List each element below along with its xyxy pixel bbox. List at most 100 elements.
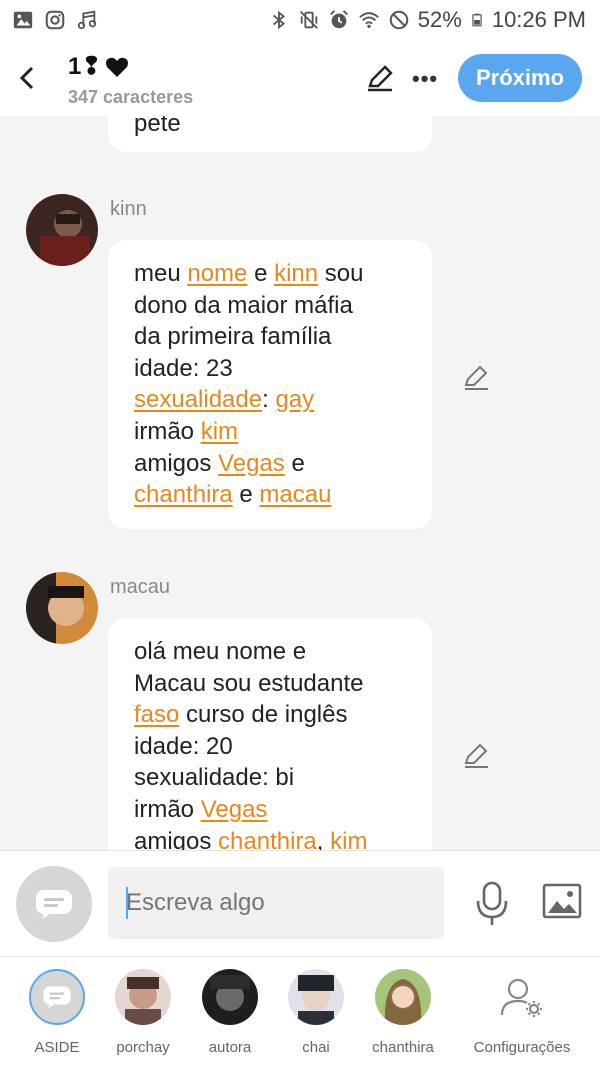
message-text: irmão [134,795,201,823]
no-disturb-icon [389,10,409,30]
message-text: meu [134,260,188,287]
instagram-icon [45,10,65,30]
edit-message-icon[interactable] [462,363,490,391]
edit-message-icon[interactable] [462,741,490,769]
tab-label: porchay [116,1039,170,1056]
next-button[interactable]: Próximo [458,54,582,102]
tab-porchay[interactable]: porchay [98,969,188,1056]
chat-bubble-icon [36,890,72,919]
music-icon [77,10,97,30]
message-text: irmão [134,417,201,445]
avatar [288,969,344,1025]
message-line: pete [134,116,416,140]
message-text: dono da maior máfia [134,291,353,319]
message-text: : [262,386,276,414]
wifi-icon [359,12,379,29]
avatar [115,969,171,1025]
page-title: 1❢ [68,52,193,81]
inline-link[interactable]: kim [201,418,238,445]
message-text: sexualidade: bi [134,764,295,792]
aside-button[interactable] [16,866,92,942]
battery-percent: 52% [417,7,462,32]
message-line: chanthira e macau [134,479,416,511]
message-bubble[interactable]: meu nome e kinn sou dono da maior máfia da… [108,240,432,529]
message-line: olá meu nome e [134,636,416,668]
heart-icon [106,57,129,77]
message-text: e [247,260,275,287]
more-options-button[interactable]: ••• [412,66,438,92]
avatar[interactable] [26,572,98,644]
message-text: amigos [134,449,219,477]
avatar [375,969,431,1025]
tab-chai[interactable]: chai [271,969,361,1056]
avatar[interactable] [26,194,98,266]
message-bubble[interactable]: pete [108,116,432,152]
message-text: sou [318,260,364,287]
message-line: amigos chanthira, kim [134,826,416,850]
inline-link[interactable]: faso [134,701,179,728]
message-line: faso curso de inglês [134,699,416,731]
message-input[interactable] [108,867,444,939]
edit-icon[interactable] [364,62,396,94]
tab-autora[interactable]: autora [185,969,275,1056]
header: 1❢ 347 caracteres ••• Próximo [0,40,600,116]
image-icon [13,11,33,29]
message-line: Macau sou estudante [134,668,416,700]
message-text: pete [134,116,181,137]
inline-link[interactable]: nome [187,260,247,287]
message-text: da primeira família [134,323,332,351]
chat-area[interactable]: pete kinn meu nome e kinn sou dono da mai… [0,116,600,850]
composer [0,850,600,956]
character-count: 347 caracteres [68,87,194,107]
tab-aside[interactable]: ASIDE [12,969,102,1056]
title-text: 1❢ [68,53,102,80]
avatar [202,969,258,1025]
message-text: amigos [134,827,219,850]
back-arrow-icon [19,66,34,90]
inline-link[interactable]: Vegas [218,450,285,477]
inline-link[interactable]: sexualidade [134,386,262,413]
battery-icon [472,13,482,27]
image-icon[interactable] [542,883,582,919]
inline-link[interactable]: kim [330,828,367,850]
tab-label: ASIDE [34,1039,80,1056]
message-line: sexualidade: bi [134,762,416,794]
message-text: , [316,827,331,850]
tab-label: autora [208,1039,252,1056]
tab-settings[interactable]: Configurações [473,969,571,1056]
inline-link[interactable]: chanthira [134,481,233,508]
message-line: meu nome e kinn sou [134,258,416,290]
message-text: curso de inglês [179,701,348,729]
message-author: macau [110,576,171,598]
message-text: idade: 23 [134,354,233,382]
alarm-icon [329,10,348,29]
message-text: e [284,449,305,477]
inline-link[interactable]: gay [275,386,314,413]
message-line: idade: 23 [134,353,416,385]
bottom-bar: ASIDE porchay autora chai chanthira Conf… [0,956,600,1067]
message-line: idade: 20 [134,731,416,763]
title-block: 1❢ 347 caracteres [68,52,193,108]
message-line: irmão Vegas [134,794,416,826]
message-line: da primeira família [134,321,416,353]
message-text: olá meu nome e [134,638,307,665]
status-bar: 52% 10:26 PM [0,0,600,40]
message-author: kinn [110,198,147,220]
message-text: Macau sou estudante [134,669,364,697]
inline-link[interactable]: Vegas [201,796,268,823]
message-line: dono da maior máfia [134,290,416,322]
clock: 10:26 PM [491,7,586,32]
tab-chanthira[interactable]: chanthira [358,969,448,1056]
message-bubble[interactable]: olá meu nome e Macau sou estudante faso cu… [108,618,432,850]
settings-icon [494,969,550,1025]
back-button[interactable] [0,40,54,116]
tab-label: chanthira [372,1039,434,1056]
message-line: sexualidade: gay [134,384,416,416]
tab-label: Configurações [473,1039,571,1056]
inline-link[interactable]: chanthira [218,828,317,850]
inline-link[interactable]: kinn [274,260,318,287]
microphone-icon[interactable] [474,881,510,927]
message-text: idade: 20 [134,732,233,760]
inline-link[interactable]: macau [259,481,331,508]
bluetooth-icon [272,10,285,30]
